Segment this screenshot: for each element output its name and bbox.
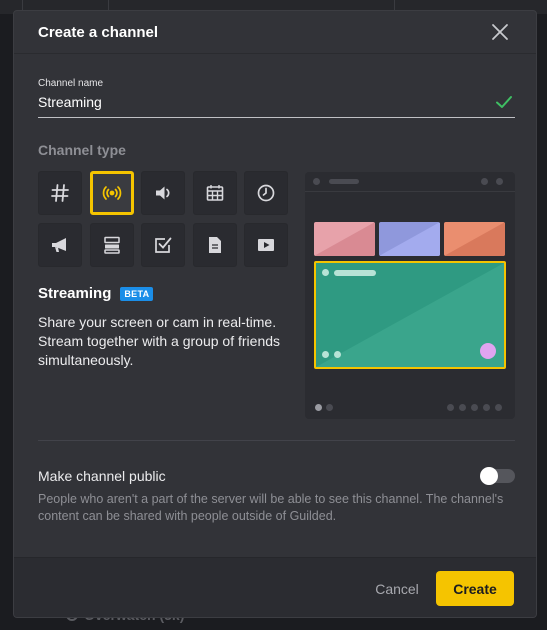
- preview-dot: [483, 404, 490, 411]
- play-icon: [258, 239, 274, 251]
- toggle-knob: [480, 467, 498, 485]
- dialog-header: Create a channel: [14, 11, 536, 54]
- make-public-label: Make channel public: [38, 468, 166, 484]
- close-icon: [492, 24, 508, 40]
- streaming-preview-illustration: [305, 172, 515, 419]
- clock-icon: [257, 184, 275, 202]
- speaker-icon: [156, 186, 170, 200]
- make-public-help: People who aren't a part of the server w…: [38, 492, 504, 523]
- preview-avatar: [480, 343, 496, 359]
- cancel-button[interactable]: Cancel: [362, 575, 432, 603]
- create-channel-dialog: Create a channel Channel name Channel ty…: [13, 10, 537, 618]
- preview-dot: [334, 351, 341, 358]
- channel-type-grid: [38, 171, 292, 267]
- preview-dot: [315, 404, 322, 411]
- channel-type-media[interactable]: [244, 223, 288, 267]
- list-icon: [103, 236, 120, 254]
- hash-icon: [51, 184, 69, 202]
- preview-topbar: [305, 172, 515, 192]
- channel-name-input[interactable]: [38, 94, 478, 110]
- beta-badge: BETA: [120, 286, 154, 301]
- preview-tile-red: [314, 222, 375, 256]
- dialog-footer: Cancel Create: [14, 557, 536, 617]
- preview-dot: [495, 404, 502, 411]
- channel-name-label: Channel name: [38, 78, 104, 89]
- create-button[interactable]: Create: [436, 571, 514, 606]
- preview-main-stream: [314, 261, 506, 369]
- megaphone-icon: [52, 238, 66, 252]
- channel-type-docs[interactable]: [192, 223, 237, 267]
- close-button[interactable]: [490, 22, 510, 42]
- preview-dot: [447, 404, 454, 411]
- channel-name-underline: [38, 117, 515, 118]
- preview-tile-orange: [444, 222, 505, 256]
- make-public-toggle[interactable]: [480, 467, 515, 485]
- dialog-title: Create a channel: [38, 23, 159, 41]
- preview-dot: [481, 178, 488, 185]
- selected-type-description: Share your screen or cam in real-time. S…: [38, 314, 281, 368]
- channel-type-announcements[interactable]: [38, 223, 82, 267]
- channel-type-calendar[interactable]: [192, 171, 237, 215]
- section-divider: [38, 440, 515, 441]
- preview-dot: [471, 404, 478, 411]
- checkbox-icon: [155, 237, 172, 253]
- preview-dot: [459, 404, 466, 411]
- channel-type-chat[interactable]: [38, 171, 82, 215]
- channel-type-scheduling[interactable]: [244, 171, 288, 215]
- document-icon: [208, 237, 221, 253]
- selected-type-name: Streaming: [38, 285, 112, 302]
- channel-type-streaming[interactable]: [89, 171, 134, 215]
- preview-dot: [326, 404, 333, 411]
- selected-type-heading: Streaming BETA: [38, 285, 154, 302]
- preview-tile-blue: [379, 222, 440, 256]
- preview-main-background: [316, 263, 504, 367]
- broadcast-icon: [102, 186, 121, 200]
- preview-dot: [496, 178, 503, 185]
- calendar-icon: [206, 185, 223, 201]
- preview-dot: [322, 351, 329, 358]
- channel-type-forum[interactable]: [141, 223, 185, 267]
- check-icon: [496, 96, 512, 108]
- preview-dot: [313, 178, 320, 185]
- preview-pill: [329, 179, 359, 184]
- preview-dot: [322, 269, 329, 276]
- channel-type-voice[interactable]: [141, 171, 185, 215]
- preview-pill: [334, 270, 376, 276]
- channel-type-list[interactable]: [89, 223, 134, 267]
- channel-name-field: Channel name: [38, 78, 515, 118]
- channel-type-title: Channel type: [38, 142, 126, 158]
